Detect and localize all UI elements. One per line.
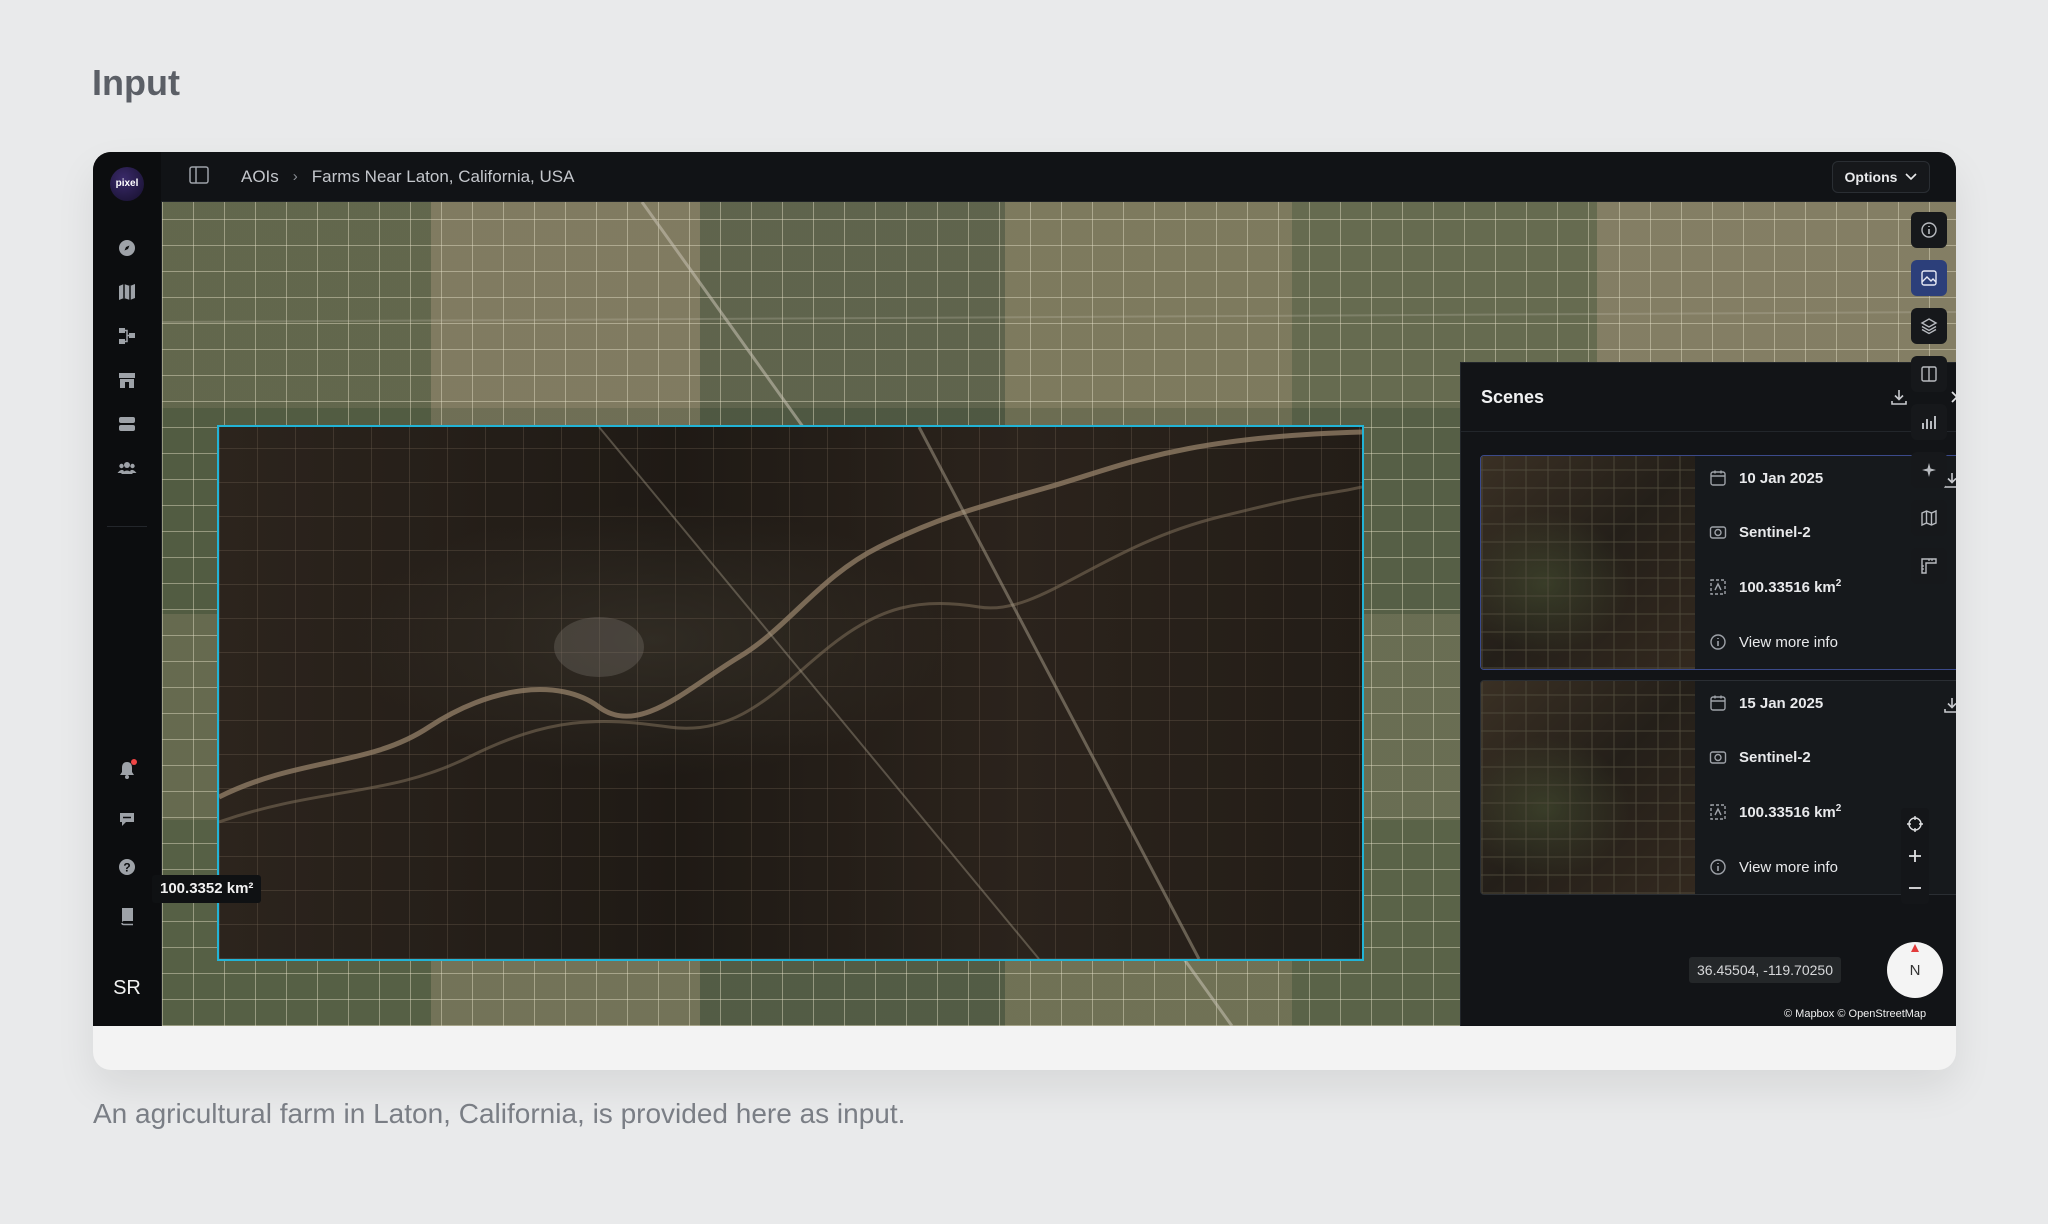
map-style-icon[interactable] <box>1911 500 1947 536</box>
scene-area-value: 100.33516 km <box>1739 579 1836 596</box>
info-icon <box>1710 859 1726 875</box>
team-icon[interactable] <box>115 456 139 480</box>
scene-card[interactable]: 10 Jan 2025 Sentinel-2 100.33516 km2 Vie… <box>1480 455 1956 670</box>
scenes-title: Scenes <box>1481 387 1545 407</box>
scenes-icon[interactable] <box>1911 260 1947 296</box>
sidebar-divider <box>107 526 147 527</box>
scene-area-unit-exponent: 2 <box>1835 578 1842 589</box>
docs-icon[interactable] <box>115 904 139 928</box>
app-window: pixel ? SR AOIs › Farms Near Laton, Cali… <box>93 152 1956 1026</box>
aoi-boundary[interactable] <box>217 425 1364 961</box>
download-scene-icon[interactable] <box>1940 693 1956 717</box>
app-logo[interactable]: pixel <box>110 167 144 201</box>
zoom-out-icon[interactable] <box>1901 872 1929 904</box>
aoi-area-label: 100.3352 km² <box>152 875 262 903</box>
info-icon[interactable] <box>1911 212 1947 248</box>
map-icon[interactable] <box>115 280 139 304</box>
scenes-header: Scenes <box>1461 363 1956 432</box>
scene-area: 100.33516 km2 <box>1739 803 1841 821</box>
options-label: Options <box>1844 169 1898 185</box>
breadcrumb-aois[interactable]: AOIs <box>241 167 279 187</box>
area-icon <box>1710 804 1726 820</box>
topbar: AOIs › Farms Near Laton, California, USA… <box>161 152 1956 202</box>
chat-icon[interactable] <box>115 807 139 831</box>
chevron-down-icon <box>1905 173 1918 181</box>
scene-date-row: 15 Jan 2025 <box>1709 691 1823 715</box>
scene-thumbnail[interactable] <box>1481 456 1695 669</box>
scene-satellite-row: Sentinel-2 <box>1709 745 1811 769</box>
store-icon[interactable] <box>115 368 139 392</box>
scenes-panel: Scenes 10 Jan 2025 Sentinel-2 100.33516 … <box>1460 362 1956 1026</box>
breadcrumb-current-aoi: Farms Near Laton, California, USA <box>311 166 575 186</box>
satellite-camera-icon <box>1709 751 1727 764</box>
river-overlay <box>219 427 1362 959</box>
help-icon[interactable]: ? <box>115 855 139 879</box>
scene-area-row: 100.33516 km2 <box>1709 800 1841 824</box>
options-button[interactable]: Options <box>1832 161 1930 193</box>
compass-icon[interactable]: N <box>1887 942 1943 998</box>
svg-text:?: ? <box>123 861 130 875</box>
scene-thumbnail[interactable] <box>1481 681 1695 894</box>
map-attribution[interactable]: © Mapbox © OpenStreetMap <box>1784 1008 1926 1020</box>
zoom-in-icon[interactable] <box>1901 840 1929 872</box>
compass-needle <box>1911 944 1919 952</box>
ruler-icon[interactable] <box>1911 548 1947 584</box>
view-more-info-link[interactable]: View more info <box>1709 855 1838 879</box>
calendar-icon <box>1710 695 1726 711</box>
bell-icon[interactable] <box>115 758 139 782</box>
scene-card[interactable]: 15 Jan 2025 Sentinel-2 100.33516 km2 Vie… <box>1480 680 1956 895</box>
scene-date: 15 Jan 2025 <box>1739 694 1824 712</box>
notification-dot <box>131 759 137 765</box>
info-icon <box>1710 634 1726 650</box>
database-icon[interactable] <box>115 412 139 436</box>
view-more-info-link[interactable]: View more info <box>1709 630 1838 654</box>
layers-icon[interactable] <box>1911 308 1947 344</box>
satellite-camera-icon <box>1709 526 1727 539</box>
workflow-icon[interactable] <box>115 324 139 348</box>
scene-satellite-row: Sentinel-2 <box>1709 520 1811 544</box>
compass-label: N <box>1909 961 1921 979</box>
locate-icon[interactable] <box>1901 808 1929 840</box>
compass-icon[interactable] <box>115 236 139 260</box>
map-controls <box>1901 808 1929 904</box>
scene-date: 10 Jan 2025 <box>1739 469 1824 487</box>
area-icon <box>1710 579 1726 595</box>
scene-date-row: 10 Jan 2025 <box>1709 466 1823 490</box>
breadcrumb: AOIs › Farms Near Laton, California, USA <box>241 152 574 201</box>
scene-area: 100.33516 km2 <box>1739 578 1841 596</box>
scene-area-unit-exponent: 2 <box>1835 803 1842 814</box>
user-avatar[interactable]: SR <box>107 968 147 1008</box>
scene-area-row: 100.33516 km2 <box>1709 575 1841 599</box>
scene-area-value: 100.33516 km <box>1739 804 1836 821</box>
panel-toggle-icon[interactable] <box>189 166 209 189</box>
view-more-info-label: View more info <box>1739 858 1838 876</box>
scene-satellite: Sentinel-2 <box>1739 523 1811 541</box>
close-icon[interactable] <box>1945 385 1956 409</box>
download-all-icon[interactable] <box>1887 385 1911 409</box>
cursor-coordinates: 36.45504, -119.70250 <box>1689 957 1841 983</box>
chart-icon[interactable] <box>1911 404 1947 440</box>
chevron-right-icon: › <box>292 168 298 185</box>
ai-sparkle-icon[interactable] <box>1911 452 1947 488</box>
view-more-info-label: View more info <box>1739 633 1838 651</box>
scene-satellite: Sentinel-2 <box>1739 748 1811 766</box>
figure-caption: An agricultural farm in Laton, Californi… <box>93 1098 906 1129</box>
page-heading: Input <box>92 62 180 103</box>
calendar-icon <box>1710 470 1726 486</box>
split-view-icon[interactable] <box>1911 356 1947 392</box>
